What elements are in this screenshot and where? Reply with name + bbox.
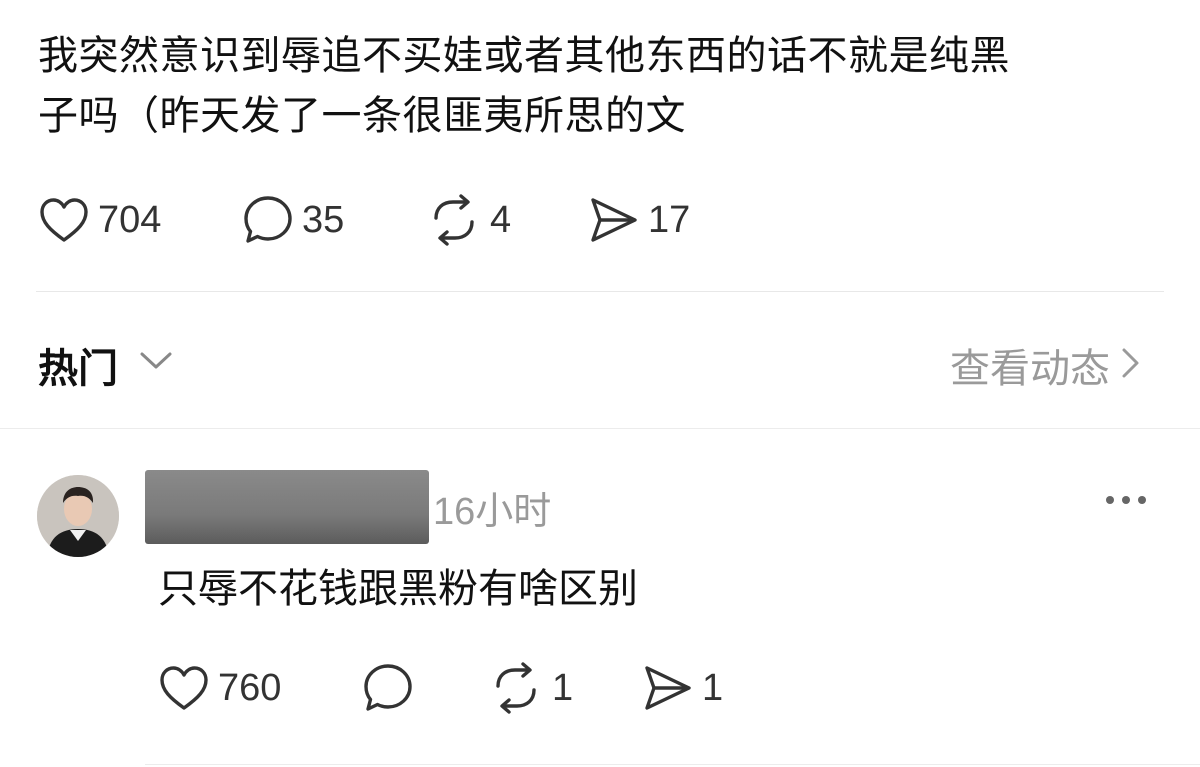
comment-text: 只辱不花钱跟黑粉有啥区别	[158, 566, 638, 612]
post-like-button[interactable]: 704	[38, 190, 161, 250]
post-divider	[36, 291, 1164, 292]
post-comment-button[interactable]: 35	[242, 190, 344, 250]
post-actions-bar: 704 35 4 17	[0, 190, 1200, 250]
post-share-button[interactable]: 17	[588, 190, 690, 250]
post-like-count: 704	[98, 198, 162, 241]
comment-repost-button[interactable]: 1	[488, 658, 573, 718]
post-comment-count: 35	[302, 198, 345, 241]
post-text-line-2: 子吗（昨天发了一条很匪夷所思的文	[38, 93, 686, 139]
chevron-down-icon[interactable]	[138, 346, 174, 374]
paper-plane-icon	[591, 198, 637, 242]
post-repost-count: 4	[490, 198, 512, 241]
comment-actions-bar: 760 1 1	[0, 658, 1200, 718]
comment-like-count: 760	[218, 666, 282, 709]
speech-bubble-icon	[364, 664, 412, 711]
chevron-right-icon[interactable]	[1118, 346, 1142, 380]
speech-bubble-icon	[244, 196, 292, 243]
redacted-username	[145, 470, 429, 544]
paper-plane-icon	[645, 666, 691, 710]
comment-repost-count: 1	[552, 666, 574, 709]
view-activity-link[interactable]: 查看动态	[950, 336, 1110, 394]
comment-reply-button[interactable]	[362, 658, 414, 718]
section-divider	[0, 428, 1200, 429]
post-repost-button[interactable]: 4	[426, 190, 511, 250]
comment-share-count: 1	[702, 666, 724, 709]
post-text-line-1: 我突然意识到辱追不买娃或者其他东西的话不就是纯黑	[38, 33, 1010, 79]
comment-timestamp: 16小时	[433, 491, 552, 533]
repost-arrows-icon	[434, 194, 474, 246]
comment-divider	[145, 764, 1200, 765]
repost-arrows-icon	[496, 662, 536, 714]
post-text: 我突然意识到辱追不买娃或者其他东西的话不就是纯黑 子吗（昨天发了一条很匪夷所思的…	[38, 26, 1158, 146]
heart-outline-icon	[40, 198, 88, 242]
sort-dropdown-label[interactable]: 热门	[38, 336, 118, 394]
avatar-photo	[37, 475, 119, 557]
comments-sort-bar: 热门 查看动态	[0, 320, 1200, 400]
more-dots-icon[interactable]	[1104, 493, 1148, 507]
comment-like-button[interactable]: 760	[158, 658, 281, 718]
avatar[interactable]	[37, 475, 119, 557]
comment-share-button[interactable]: 1	[642, 658, 723, 718]
heart-outline-icon	[160, 666, 208, 710]
post-share-count: 17	[648, 198, 691, 241]
